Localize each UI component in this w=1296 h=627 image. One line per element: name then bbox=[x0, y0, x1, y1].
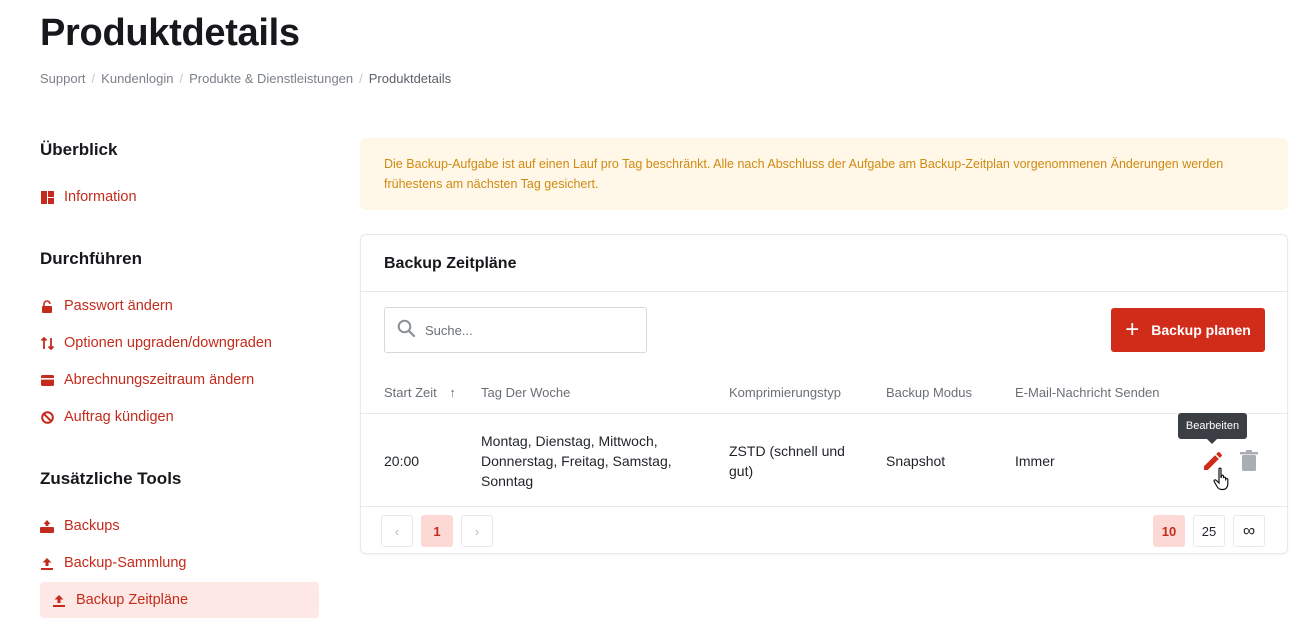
add-backup-button[interactable]: + Backup planen bbox=[1111, 308, 1265, 352]
page-size-25[interactable]: 25 bbox=[1193, 515, 1225, 547]
pagination-prev[interactable]: ‹ bbox=[381, 515, 413, 547]
sidebar-heading-tools: Zusätzliche Tools bbox=[40, 469, 182, 488]
sidebar-item-backup-zeitplaene[interactable]: Backup Zeitpläne bbox=[40, 582, 319, 618]
sidebar-item-label: Backups bbox=[64, 518, 120, 534]
search-box bbox=[384, 307, 647, 353]
sidebar-item-kuendigen[interactable]: Auftrag kündigen bbox=[40, 399, 319, 435]
unlock-icon bbox=[40, 299, 54, 313]
breadcrumb-separator: / bbox=[179, 71, 184, 86]
sidebar-heading-ueberblick: Überblick bbox=[40, 140, 118, 159]
cell-compression: ZSTD (schnell und gut) bbox=[729, 441, 845, 481]
breadcrumb: Support / Kundenlogin / Produkte & Diens… bbox=[40, 71, 451, 86]
backup-schedules-card: Backup Zeitpläne + Backup planen Start Z… bbox=[360, 234, 1288, 554]
sort-asc-icon: ↑ bbox=[449, 385, 456, 400]
hand-cursor-icon bbox=[1213, 467, 1233, 491]
backup-icon bbox=[40, 519, 54, 533]
cell-days-line: Sonntag bbox=[481, 473, 534, 489]
cell-days: Montag, Dienstag, Mittwoch, Donnerstag, … bbox=[481, 431, 672, 491]
cell-compression-line: ZSTD (schnell und bbox=[729, 443, 845, 459]
sidebar-item-label: Abrechnungszeitraum ändern bbox=[64, 372, 255, 388]
cell-compression-line: gut) bbox=[729, 463, 754, 479]
column-header-compression: Komprimierungstyp bbox=[729, 385, 841, 400]
sidebar-item-label: Passwort ändern bbox=[64, 298, 173, 314]
dashboard-icon bbox=[40, 190, 54, 204]
pagination-next[interactable]: › bbox=[461, 515, 493, 547]
breadcrumb-current: Produktdetails bbox=[368, 71, 452, 86]
card-divider bbox=[361, 291, 1287, 292]
breadcrumb-support[interactable]: Support bbox=[40, 71, 86, 86]
card-title: Backup Zeitpläne bbox=[384, 255, 517, 272]
cell-days-line: Donnerstag, Freitag, Samstag, bbox=[481, 453, 672, 469]
edit-tooltip: Bearbeiten bbox=[1178, 413, 1247, 444]
page-size-all[interactable]: ∞ bbox=[1233, 515, 1265, 547]
swap-icon bbox=[40, 336, 54, 350]
search-input[interactable] bbox=[425, 322, 625, 338]
breadcrumb-kundenlogin[interactable]: Kundenlogin bbox=[101, 71, 173, 86]
row-divider bbox=[361, 506, 1287, 507]
delete-button[interactable] bbox=[1239, 450, 1259, 472]
breadcrumb-separator: / bbox=[359, 71, 363, 86]
sidebar-item-label: Optionen upgraden/downgraden bbox=[64, 335, 272, 351]
column-header-days: Tag Der Woche bbox=[481, 385, 571, 400]
card-icon bbox=[40, 373, 54, 387]
plus-icon: + bbox=[1125, 316, 1140, 343]
pagination-page-1[interactable]: 1 bbox=[421, 515, 453, 547]
column-header-email: E-Mail-Nachricht Senden bbox=[1015, 385, 1160, 400]
sidebar-item-backup-sammlung[interactable]: Backup-Sammlung bbox=[40, 545, 319, 581]
cell-days-line: Montag, Dienstag, Mittwoch, bbox=[481, 433, 658, 449]
search-icon bbox=[397, 319, 416, 342]
sidebar-item-information[interactable]: Information bbox=[40, 179, 319, 215]
trash-icon bbox=[1240, 450, 1258, 471]
page-title: Produktdetails bbox=[40, 12, 300, 54]
info-alert: Die Backup-Aufgabe ist auf einen Lauf pr… bbox=[360, 138, 1288, 210]
column-header-start[interactable]: Start Zeit ↑ bbox=[384, 385, 456, 400]
sidebar-item-abrechnung[interactable]: Abrechnungszeitraum ändern bbox=[40, 362, 319, 398]
page-size-10[interactable]: 10 bbox=[1153, 515, 1185, 547]
column-header-mode: Backup Modus bbox=[886, 385, 972, 400]
cell-mode: Snapshot bbox=[886, 453, 946, 469]
cell-email: Immer bbox=[1015, 453, 1055, 469]
sidebar-heading-durchfuehren: Durchführen bbox=[40, 249, 142, 268]
ban-icon bbox=[40, 410, 54, 424]
sidebar-item-backups[interactable]: Backups bbox=[40, 508, 319, 544]
sidebar-item-label: Backup-Sammlung bbox=[64, 555, 187, 571]
table-header-divider bbox=[361, 413, 1287, 414]
cell-start: 20:00 bbox=[384, 453, 420, 469]
upload-icon bbox=[40, 556, 54, 570]
sidebar-item-optionen[interactable]: Optionen upgraden/downgraden bbox=[40, 325, 319, 361]
column-label: Start Zeit bbox=[384, 385, 437, 400]
breadcrumb-produkte[interactable]: Produkte & Dienstleistungen bbox=[189, 71, 353, 86]
sidebar-item-passwort[interactable]: Passwort ändern bbox=[40, 288, 319, 324]
sidebar-item-label: Information bbox=[64, 189, 137, 205]
breadcrumb-separator: / bbox=[91, 71, 96, 86]
sidebar-item-label: Backup Zeitpläne bbox=[76, 592, 189, 608]
upload-icon bbox=[52, 593, 66, 607]
sidebar-item-label: Auftrag kündigen bbox=[64, 409, 174, 425]
add-backup-label: Backup planen bbox=[1151, 322, 1251, 338]
